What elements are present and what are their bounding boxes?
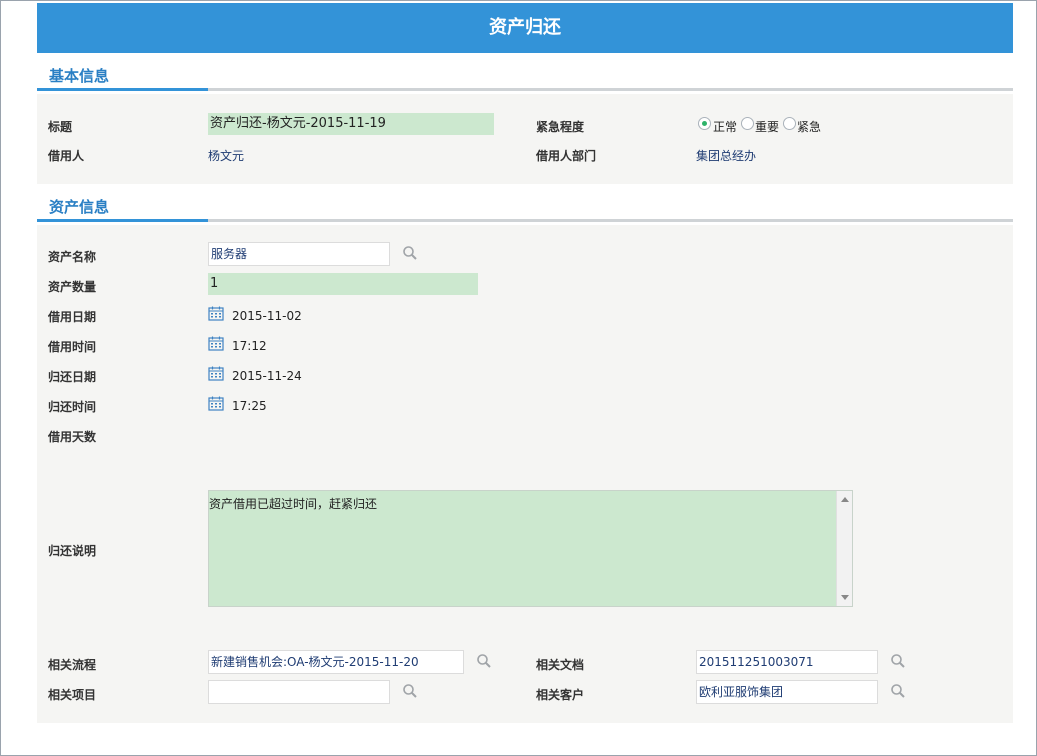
borrow-date-label: 借用日期: [48, 310, 97, 324]
return-note-textarea[interactable]: 资产借用已超过时间，赶紧归还: [208, 490, 853, 607]
asset-qty-label: 资产数量: [48, 280, 97, 294]
title-field[interactable]: 资产归还-杨文元-2015-11-19: [208, 113, 494, 135]
borrow-time-value[interactable]: 17:12: [232, 339, 267, 353]
asset-name-label: 资产名称: [48, 250, 97, 264]
related-customer-label: 相关客户: [536, 688, 585, 702]
calendar-icon[interactable]: [208, 336, 224, 351]
section-title-basic: 基本信息: [49, 67, 110, 85]
related-flow-label: 相关流程: [48, 658, 97, 672]
related-project-label: 相关项目: [48, 688, 97, 702]
urgency-option-important: 重要: [755, 120, 780, 134]
related-doc-label: 相关文档: [536, 658, 585, 672]
borrow-date-value[interactable]: 2015-11-02: [232, 309, 302, 323]
return-time-value[interactable]: 17:25: [232, 399, 267, 413]
urgency-radio-normal[interactable]: [698, 117, 711, 130]
section-accent-bar: [37, 219, 208, 222]
urgency-radio-important[interactable]: [741, 117, 754, 130]
asset-name-field[interactable]: 服务器: [208, 242, 390, 266]
search-icon[interactable]: [402, 245, 418, 261]
related-customer-field[interactable]: 欧利亚服饰集团: [696, 680, 878, 704]
borrow-time-label: 借用时间: [48, 340, 97, 354]
title-label: 标题: [48, 120, 73, 134]
dept-label: 借用人部门: [536, 149, 597, 163]
borrower-label: 借用人: [48, 149, 85, 163]
page-title: 资产归还: [37, 3, 1013, 53]
search-icon[interactable]: [890, 683, 906, 699]
scroll-down-icon[interactable]: [841, 595, 849, 600]
urgency-option-normal: 正常: [713, 120, 738, 134]
return-note-label: 归还说明: [48, 544, 97, 558]
section-accent-bar: [37, 88, 208, 91]
borrow-days-label: 借用天数: [48, 430, 97, 444]
section-header-basic: 基本信息: [37, 61, 1013, 91]
borrower-value: 杨文元: [208, 149, 245, 163]
return-time-label: 归还时间: [48, 400, 97, 414]
return-note-text: 资产借用已超过时间，赶紧归还: [209, 497, 378, 511]
related-project-field[interactable]: [208, 680, 390, 704]
search-icon[interactable]: [476, 653, 492, 669]
calendar-icon[interactable]: [208, 306, 224, 321]
urgency-radio-urgent[interactable]: [783, 117, 796, 130]
textarea-scrollbar[interactable]: [836, 491, 852, 606]
return-date-value[interactable]: 2015-11-24: [232, 369, 302, 383]
section-title-asset: 资产信息: [49, 198, 110, 216]
urgency-label: 紧急程度: [536, 120, 585, 134]
related-flow-field[interactable]: 新建销售机会:OA-杨文元-2015-11-20: [208, 650, 464, 674]
dept-value: 集团总经办: [696, 149, 757, 163]
return-date-label: 归还日期: [48, 370, 97, 384]
scroll-up-icon[interactable]: [841, 497, 849, 502]
calendar-icon[interactable]: [208, 396, 224, 411]
related-doc-field[interactable]: 201511251003071: [696, 650, 878, 674]
section-header-asset: 资产信息: [37, 192, 1013, 222]
asset-panel: 资产名称 服务器 资产数量 1 借用日期 2015-11-02 借用时间 17:…: [37, 225, 1013, 723]
asset-qty-field[interactable]: 1: [208, 273, 478, 295]
basic-panel: 标题 资产归还-杨文元-2015-11-19 紧急程度 正常 重要 紧急 借用人…: [37, 94, 1013, 184]
search-icon[interactable]: [402, 683, 418, 699]
search-icon[interactable]: [890, 653, 906, 669]
urgency-option-urgent: 紧急: [797, 120, 822, 134]
calendar-icon[interactable]: [208, 366, 224, 381]
